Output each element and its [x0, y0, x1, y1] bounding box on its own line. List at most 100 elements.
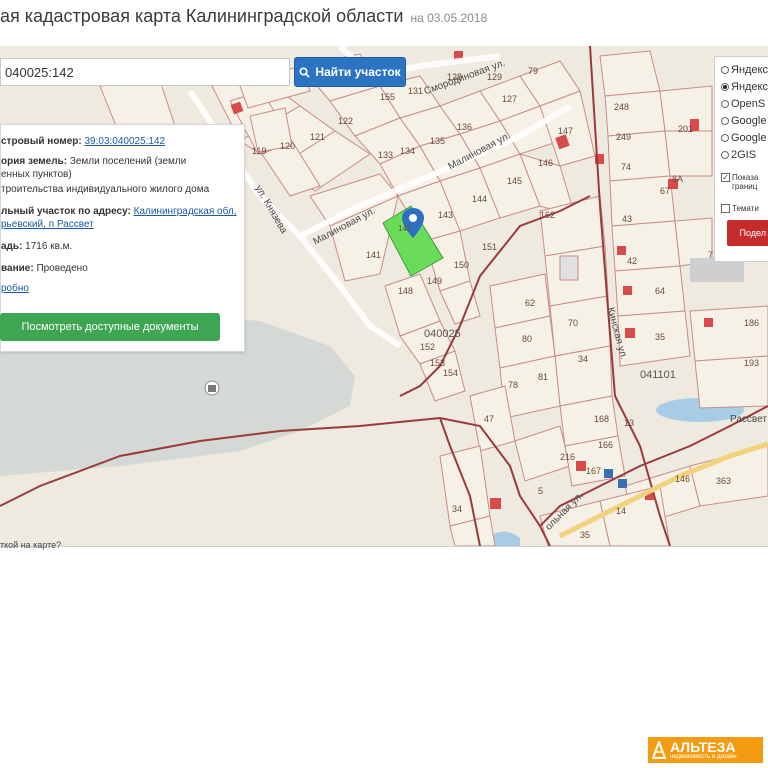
- more-details-link[interactable]: робно: [1, 282, 29, 295]
- parcel-number: 128: [447, 72, 463, 82]
- cadastral-number-input[interactable]: 040025:142: [0, 58, 290, 86]
- radio-button[interactable]: [721, 117, 729, 125]
- logo-mark-icon: [652, 741, 666, 759]
- address-link[interactable]: Калининградская обл,: [134, 206, 237, 217]
- radio-button[interactable]: [721, 66, 729, 74]
- parcel-number: 143: [438, 210, 454, 220]
- museum-icon[interactable]: [204, 380, 220, 396]
- layer-label: Google: [731, 132, 767, 144]
- parcel-number: 201: [678, 124, 694, 134]
- parcel-number: 248: [614, 102, 630, 112]
- radio-button[interactable]: [721, 100, 729, 108]
- checkbox[interactable]: [721, 203, 730, 213]
- thematic-label: Темати: [732, 203, 759, 213]
- page-title: ая кадастровая карта Калининградской обл…: [0, 6, 487, 36]
- parcel-number: 146: [675, 474, 691, 484]
- layer-option-osm[interactable]: OpenS: [721, 97, 765, 111]
- parcel-number: 166: [598, 440, 614, 450]
- parcel-number: 144: [472, 194, 488, 204]
- parcel-number: 78: [508, 380, 519, 390]
- show-boundaries-checkbox[interactable]: ✓ Показа границ: [721, 173, 758, 191]
- parcel-number: 62: [525, 298, 536, 308]
- layer-option-2gis[interactable]: 2GIS: [721, 148, 756, 162]
- radio-button-selected[interactable]: [721, 83, 729, 91]
- parcel-number: 79: [528, 66, 539, 76]
- layer-option-google-2[interactable]: Google: [721, 131, 766, 145]
- parcel-number: 167: [586, 466, 602, 476]
- layer-label: Google: [731, 115, 767, 127]
- parcel-number: 133: [378, 150, 394, 160]
- radio-button[interactable]: [721, 151, 729, 159]
- show-boundaries-label: Показа границ: [732, 173, 759, 191]
- parcel-number: 74: [621, 162, 632, 172]
- cadastral-number-label: стровый номер:: [1, 136, 82, 147]
- parcel-number: 119: [252, 146, 267, 156]
- title-date: на 03.05.2018: [410, 11, 488, 25]
- parcel-number: 131: [408, 86, 424, 96]
- parcel-number: 121: [310, 132, 326, 142]
- find-parcel-button[interactable]: Найти участок: [294, 57, 406, 87]
- parcel-number: 47: [484, 414, 495, 424]
- parcel-number: 43: [622, 214, 633, 224]
- parcel-number: 34: [452, 504, 463, 514]
- view-documents-button[interactable]: Посмотреть доступные документы: [0, 313, 220, 341]
- cadastral-number-link[interactable]: 39:03:040025:142: [84, 136, 165, 147]
- land-category-row: ория земель: Земли поселений (земли: [1, 155, 186, 168]
- thematic-checkbox[interactable]: Темати: [721, 201, 759, 215]
- survey-value: Проведено: [36, 263, 88, 274]
- radio-button[interactable]: [721, 134, 729, 142]
- street-rassvet: Рассвет: [730, 414, 767, 425]
- layer-label: Яндекс: [731, 81, 768, 93]
- parcel-number: 193: [744, 358, 760, 368]
- parcel-number: 42: [627, 256, 638, 266]
- land-category-label: ория земель:: [1, 156, 68, 167]
- parcel-number: 150: [454, 260, 470, 270]
- parcel-number: 120: [280, 141, 296, 151]
- parcel-number: 149: [427, 276, 443, 286]
- parcel-number: 67: [660, 186, 671, 196]
- layer-option-yandex-1[interactable]: Яндекс: [721, 63, 768, 77]
- address-link-2[interactable]: рьевский, п Рассвет: [1, 218, 94, 231]
- layer-option-google-1[interactable]: Google: [721, 114, 766, 128]
- bottom-tip-text[interactable]: ткой на карте?: [0, 540, 102, 550]
- parcel-number: 216: [560, 452, 576, 462]
- parcel-number: 122: [338, 116, 354, 126]
- parcel-number: 148: [398, 286, 414, 296]
- parcel-number: 154: [443, 368, 459, 378]
- search-icon: [299, 66, 310, 78]
- parcel-number: 8A: [672, 174, 684, 184]
- parcel-number: 35: [580, 530, 591, 540]
- parcel-number: 141: [366, 250, 382, 260]
- layer-label: OpenS: [731, 98, 766, 110]
- address-label: льный участок по адресу:: [1, 206, 131, 217]
- layer-label: 2GIS: [731, 149, 757, 161]
- parcel-number: 127: [502, 94, 518, 104]
- share-button[interactable]: Подел: [727, 220, 768, 246]
- cadastral-number-row: стровый номер: 39:03:040025:142: [1, 135, 165, 148]
- parcel-number: 152: [420, 342, 436, 352]
- parcel-number: 162: [540, 210, 556, 220]
- parcel-number: 145: [507, 176, 523, 186]
- parcel-number: 5: [538, 486, 544, 496]
- parcel-number: 147: [558, 126, 574, 136]
- parcel-number: 151: [482, 242, 498, 252]
- area-value: 1716 кв.м.: [25, 241, 73, 252]
- address-row: льный участок по адресу: Калининградская…: [1, 205, 237, 218]
- permitted-use: троительства индивидуального жилого дома: [1, 184, 210, 195]
- layer-option-yandex-2[interactable]: Яндекс: [721, 80, 768, 94]
- parcel-number: 153: [430, 358, 446, 368]
- parcel-number: 64: [655, 286, 666, 296]
- parcel-number: 136: [457, 122, 473, 132]
- parcel-number: 186: [744, 318, 760, 328]
- parcel-number: 13: [624, 418, 635, 428]
- title-text: ая кадастровая карта Калининградской обл…: [0, 6, 404, 26]
- parcel-number: 135: [430, 136, 446, 146]
- survey-row: вание: Проведено: [1, 262, 88, 275]
- parcel-number: 81: [538, 372, 549, 382]
- parcel-number: 155: [380, 92, 396, 102]
- parcel-number: 129: [487, 72, 503, 82]
- find-parcel-label: Найти участок: [315, 65, 401, 79]
- altesa-logo: АЛЬТЕЗА недвижимость и дизайн: [648, 737, 763, 763]
- parcel-number: 35: [655, 332, 666, 342]
- checkbox-checked[interactable]: ✓: [721, 173, 730, 182]
